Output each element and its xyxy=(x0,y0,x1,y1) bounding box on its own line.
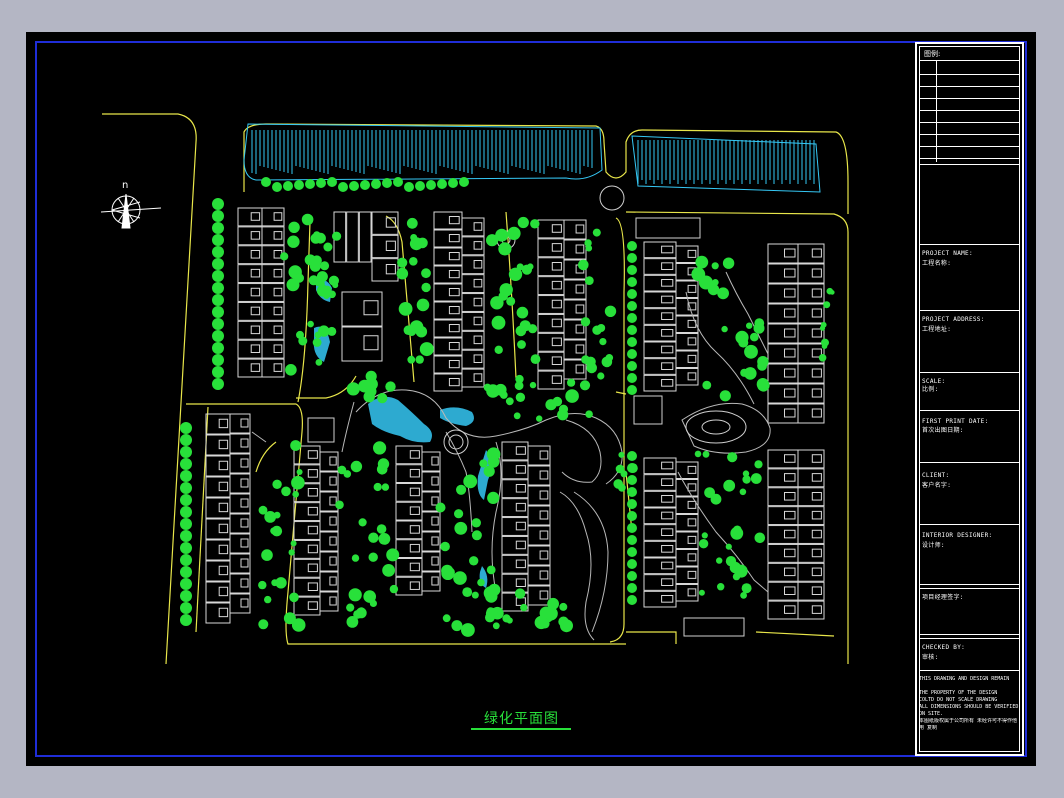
first-print-en: FIRST PRINT DATE: xyxy=(922,418,989,425)
title-underline xyxy=(471,728,571,730)
tb-divider xyxy=(919,634,1020,635)
checked-en: CHECKED BY: xyxy=(922,644,966,651)
designer-cn: 设计师: xyxy=(922,542,945,549)
tb-divider xyxy=(919,164,1020,165)
note-line: 用 复制 xyxy=(919,725,938,731)
tb-divider xyxy=(919,98,1020,99)
checked-cn: 审核: xyxy=(922,654,939,661)
tb-divider xyxy=(919,584,1020,585)
drawing-sheet: n 图例: PROJECT NAME: 工程名称: PROJECT ADDRES… xyxy=(26,32,1036,766)
note-line: COLTD DO NOT SCALE DRAWING xyxy=(919,697,998,703)
tb-divider xyxy=(919,588,1020,589)
tb-divider xyxy=(919,158,1020,159)
project-name-en: PROJECT NAME: xyxy=(922,250,973,257)
client-en: CLIENT: xyxy=(922,472,950,479)
note-line: 本图纸版权属于公司所有 未经许可不得作他 xyxy=(919,718,1018,724)
drawing-frame xyxy=(35,41,1027,757)
tb-divider xyxy=(919,122,1020,123)
designer-en: INTERIOR DESIGNER: xyxy=(922,532,993,539)
project-address-en: PROJECT ADDRESS: xyxy=(922,316,985,323)
tb-divider xyxy=(919,74,1020,75)
tb-divider xyxy=(919,60,1020,61)
tb-divider xyxy=(919,670,1020,671)
scale-cn: 比例: xyxy=(922,386,939,393)
note-line: THIS DRAWING AND DESIGN REMAIN xyxy=(919,676,1010,682)
copyright-note: THIS DRAWING AND DESIGN REMAIN THE PROPE… xyxy=(919,676,1019,732)
tb-divider xyxy=(919,638,1020,639)
tb-divider xyxy=(919,146,1020,147)
first-print-cn: 首次出图日期: xyxy=(922,427,964,434)
tb-vertical-divider xyxy=(936,60,937,162)
note-line: THE PROPERTY OF THE DESIGN xyxy=(919,690,998,696)
tb-divider xyxy=(919,310,1020,311)
tb-divider xyxy=(919,524,1020,525)
note-line: ON SITE. xyxy=(919,711,944,717)
project-name-cn: 工程名称: xyxy=(922,260,952,267)
legend-label: 图例: xyxy=(924,50,941,58)
tb-divider xyxy=(919,462,1020,463)
tb-divider xyxy=(919,410,1020,411)
project-address-cn: 工程地址: xyxy=(922,326,952,333)
drawing-title: 绿化平面图 xyxy=(484,711,559,727)
manager-cn: 项目经理签字: xyxy=(922,594,964,601)
tb-divider xyxy=(919,134,1020,135)
tb-divider xyxy=(919,244,1020,245)
client-cn: 客户名字: xyxy=(922,482,952,489)
scale-en: SCALE: xyxy=(922,378,946,385)
tb-divider xyxy=(919,110,1020,111)
tb-divider xyxy=(919,372,1020,373)
note-line: ALL DIMENSIONS SHOULD BE VERIFIED xyxy=(919,704,1019,710)
tb-divider xyxy=(919,86,1020,87)
